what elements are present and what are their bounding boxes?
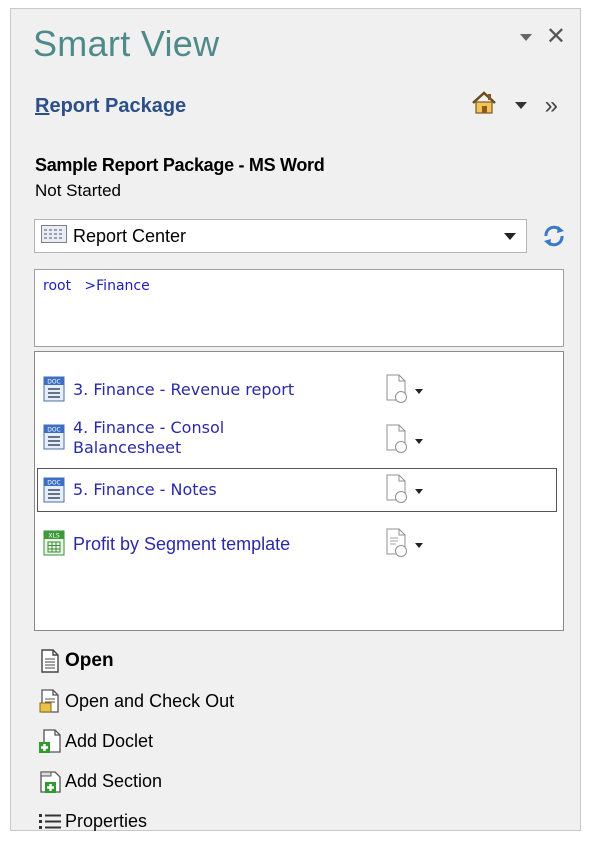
report-package-controls: » xyxy=(471,91,558,120)
add-doclet-icon xyxy=(39,729,61,753)
doclet-list: DOC 3. Finance - Revenue report DOC 4. F… xyxy=(34,351,564,631)
navigation-dropdown-icon[interactable] xyxy=(514,102,527,109)
breadcrumb: root >Finance xyxy=(34,269,564,347)
item-label: Profit by Segment template xyxy=(73,534,291,554)
doclet-action-menu[interactable] xyxy=(385,528,423,563)
item-label-line1: 4. Finance - Consol xyxy=(73,418,225,437)
panel-title: Smart View xyxy=(33,23,220,64)
open-and-check-out-label: Open and Check Out xyxy=(65,690,235,711)
svg-text:DOC: DOC xyxy=(47,379,61,386)
word-document-icon: DOC xyxy=(43,477,65,503)
report-package-title[interactable]: Report Package xyxy=(35,95,186,118)
word-document-icon: DOC xyxy=(43,424,65,450)
doclet-action-menu[interactable] xyxy=(385,374,423,409)
item-label: 4. Finance - Consol Balancesheet xyxy=(73,418,224,458)
properties-label: Properties xyxy=(65,810,148,831)
package-name: Sample Report Package - MS Word xyxy=(35,155,325,175)
open-action[interactable]: Open xyxy=(37,641,234,681)
report-center-icon xyxy=(41,224,67,248)
item-label: 3. Finance - Revenue report xyxy=(73,380,295,399)
breadcrumb-path[interactable]: root >Finance xyxy=(43,278,150,294)
list-item-selected[interactable]: DOC 5. Finance - Notes xyxy=(37,468,557,512)
add-doclet-label: Add Doclet xyxy=(65,730,154,751)
close-icon[interactable]: ✕ xyxy=(546,25,566,49)
add-section-icon xyxy=(40,771,61,793)
report-package-label: eport Package xyxy=(49,95,187,117)
open-and-check-out-action[interactable]: Open and Check Out xyxy=(37,681,234,721)
title-controls: ✕ xyxy=(519,25,566,49)
panel-menu-dropdown-icon[interactable] xyxy=(519,33,532,41)
chevron-down-icon[interactable] xyxy=(415,389,423,394)
document-status-icon xyxy=(385,424,409,459)
document-status-icon xyxy=(385,374,409,409)
add-section-label: Add Section xyxy=(65,770,163,791)
action-list: Open Open and Check Out Add Doclet Add S… xyxy=(37,641,234,841)
word-document-icon: DOC xyxy=(43,376,65,402)
document-status-icon xyxy=(385,474,409,509)
properties-list-icon xyxy=(39,814,61,829)
add-doclet-action[interactable]: Add Doclet xyxy=(37,721,234,761)
svg-text:DOC: DOC xyxy=(47,480,61,487)
list-item[interactable]: DOC 4. Finance - Consol Balancesheet xyxy=(39,416,567,464)
double-chevron-right-icon[interactable]: » xyxy=(545,93,558,118)
home-icon[interactable] xyxy=(471,91,497,120)
add-section-action[interactable]: Add Section xyxy=(37,761,234,801)
view-selector-dropdown[interactable]: Report Center xyxy=(34,219,527,253)
open-document-icon xyxy=(41,649,59,673)
chevron-down-icon[interactable] xyxy=(415,489,423,494)
report-package-accesskey: R xyxy=(35,95,50,117)
svg-text:DOC: DOC xyxy=(47,427,61,434)
smart-view-panel: Smart View ✕ Report Package » Sample Rep… xyxy=(10,8,581,831)
view-selector-value: Report Center xyxy=(73,225,187,246)
chevron-down-icon[interactable] xyxy=(504,232,516,240)
item-label-line2: Balancesheet xyxy=(73,438,182,457)
excel-document-icon: XLS xyxy=(43,530,65,556)
list-item[interactable]: DOC 3. Finance - Revenue report xyxy=(39,374,567,404)
chevron-down-icon[interactable] xyxy=(415,439,423,444)
list-item[interactable]: XLS Profit by Segment template xyxy=(39,528,567,558)
item-label: 5. Finance - Notes xyxy=(73,480,217,499)
refresh-icon[interactable] xyxy=(541,223,567,254)
package-status: Not Started xyxy=(35,181,121,200)
doclet-action-menu[interactable] xyxy=(385,474,423,509)
doclet-action-menu[interactable] xyxy=(385,424,423,459)
open-check-out-icon xyxy=(39,689,59,713)
svg-text:XLS: XLS xyxy=(48,533,59,540)
open-label: Open xyxy=(65,650,114,671)
chevron-down-icon[interactable] xyxy=(415,543,423,548)
properties-action[interactable]: Properties xyxy=(37,801,234,841)
spreadsheet-status-icon xyxy=(385,528,409,563)
